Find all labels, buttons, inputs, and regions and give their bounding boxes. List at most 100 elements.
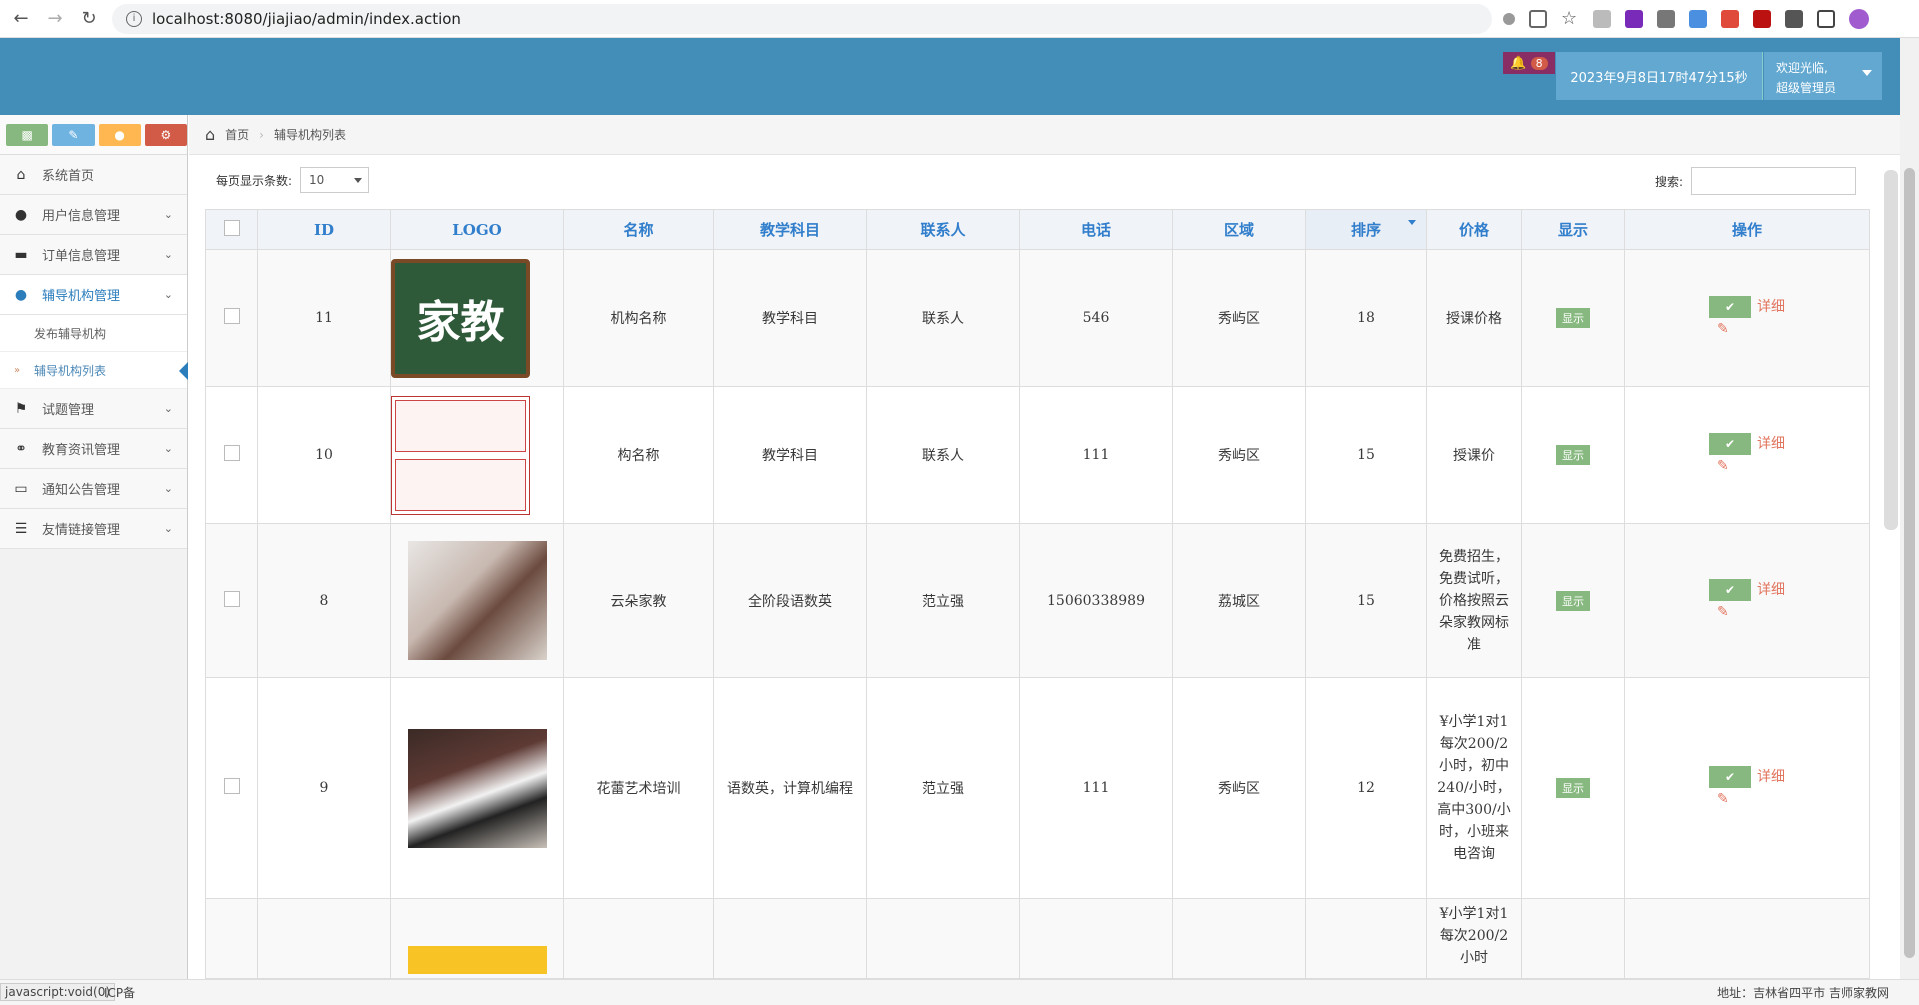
forward-icon[interactable]: → — [42, 6, 68, 32]
cell-id: 8 — [257, 523, 391, 678]
detail-link[interactable]: 详细 — [1757, 436, 1785, 452]
column-header[interactable]: 名称 — [563, 209, 714, 250]
table-row: ¥小学1对1每次200/2小时 — [205, 898, 1870, 979]
row-checkbox[interactable] — [223, 445, 240, 461]
page-scrollbar[interactable] — [1900, 38, 1919, 979]
search-input[interactable] — [1691, 167, 1857, 195]
table-scrollbar[interactable] — [1884, 170, 1898, 530]
cell-subject — [713, 898, 867, 979]
status-url: javascript:void(0) — [0, 983, 116, 1001]
extension-red-icon[interactable] — [1721, 9, 1739, 28]
back-icon[interactable]: ← — [8, 6, 34, 32]
cell-name: 花蕾艺术培训 — [563, 677, 714, 899]
edit-icon[interactable]: ✎ — [1717, 458, 1729, 474]
sidebar-item-label: 试题管理 — [42, 403, 95, 418]
select-all-checkbox[interactable] — [223, 219, 240, 236]
sidebar-item-questions[interactable]: ⚑ 试题管理 ⌄ — [0, 389, 187, 429]
cell-phone: 111 — [1019, 677, 1173, 899]
column-header-sorted[interactable]: 排序 — [1305, 209, 1427, 250]
share-icon[interactable] — [1529, 9, 1547, 28]
sidebar-item-links[interactable]: ☰ 友情链接管理 ⌄ — [0, 509, 187, 549]
column-header[interactable]: 联系人 — [866, 209, 1020, 250]
row-checkbox[interactable] — [223, 590, 240, 607]
search-label: 搜索: — [1655, 174, 1684, 189]
page-size-select[interactable]: 10 — [300, 167, 370, 193]
notification-badge: 8 — [1530, 56, 1548, 70]
show-badge[interactable]: 显示 — [1556, 308, 1590, 328]
column-header[interactable]: 价格 — [1426, 209, 1522, 250]
users-shortcut-button[interactable]: ● — [98, 123, 141, 146]
sidebar: ▩ ✎ ● ⚙ ⌂ 系统首页 ● 用户信息管理 ⌄ ▬ 订单信息管理 ⌄ ● 辅导机构管理 ⌄… — [0, 115, 188, 979]
chevron-down-icon: ⌄ — [163, 288, 173, 301]
show-badge[interactable]: 显示 — [1556, 590, 1590, 611]
footer-address: 地址：吉林省四平市 吉师家教网 — [1717, 986, 1889, 1000]
chevron-down-icon: ⌄ — [163, 248, 173, 261]
detail-link[interactable]: 详细 — [1757, 582, 1785, 598]
extension-shield-icon[interactable] — [1753, 9, 1771, 28]
user-icon: ● — [14, 206, 28, 223]
edit-icon[interactable]: ✎ — [1717, 791, 1729, 807]
check-button[interactable]: ✔ — [1709, 766, 1751, 788]
column-header[interactable]: LOGO — [390, 209, 564, 250]
show-badge[interactable]: 显示 — [1556, 445, 1590, 465]
sidebar-subitem-publish[interactable]: 发布辅导机构 — [0, 315, 187, 352]
scrollbar-thumb[interactable] — [1904, 168, 1915, 958]
show-badge[interactable]: 显示 — [1556, 778, 1590, 798]
extension-purple-icon[interactable] — [1625, 9, 1643, 28]
sidebar-item-orders[interactable]: ▬ 订单信息管理 ⌄ — [0, 235, 187, 275]
app-header: 🔔 8 2023年9月8日17时47分15秒 欢迎光临, 超级管理员 — [0, 38, 1900, 115]
table-header-row: ID LOGO 名称 教学科目 联系人 电话 区域 排序 价格 显示 操作 — [205, 209, 1870, 250]
detail-link[interactable]: 详细 — [1757, 769, 1785, 785]
column-header[interactable]: 显示 — [1521, 209, 1625, 250]
breadcrumb-home-link[interactable]: 首页 — [225, 126, 249, 143]
cell-id: 10 — [257, 386, 391, 524]
star-icon[interactable]: ☆ — [1561, 9, 1579, 28]
extension-grid-icon[interactable] — [1657, 9, 1675, 28]
reload-icon[interactable]: ↻ — [76, 6, 102, 32]
cell-name — [563, 898, 714, 979]
cell-sort: 15 — [1305, 386, 1427, 524]
select-all-header — [205, 209, 258, 250]
caret-down-icon — [1862, 70, 1872, 76]
puzzle-icon[interactable] — [1785, 9, 1803, 28]
edit-icon[interactable]: ✎ — [1717, 604, 1729, 620]
browser-toolbar: ← → ↻ i localhost:8080/jiajiao/admin/ind… — [0, 0, 1919, 38]
profile-avatar[interactable] — [1849, 8, 1869, 29]
column-header[interactable]: 电话 — [1019, 209, 1173, 250]
sidebar-item-home[interactable]: ⌂ 系统首页 — [0, 155, 187, 195]
check-button[interactable]: ✔ — [1709, 433, 1751, 455]
notification-button[interactable]: 🔔 8 — [1503, 52, 1555, 74]
address-bar[interactable]: i localhost:8080/jiajiao/admin/index.act… — [112, 3, 1492, 34]
extension-blue-icon[interactable] — [1689, 9, 1707, 28]
cell-id — [257, 898, 391, 979]
logo-text: 家教 — [416, 297, 505, 348]
breadcrumb: ⌂ 首页 › 辅导机构列表 — [189, 115, 1900, 155]
column-header[interactable]: 操作 — [1624, 209, 1870, 250]
column-header[interactable]: 区域 — [1172, 209, 1306, 250]
bookmark-icon: ⚑ — [14, 400, 28, 417]
row-checkbox[interactable] — [223, 778, 240, 794]
sidebar-item-notices[interactable]: ▭ 通知公告管理 ⌄ — [0, 469, 187, 509]
column-header[interactable]: 教学科目 — [713, 209, 867, 250]
sidebar-item-news[interactable]: ⚭ 教育资讯管理 ⌄ — [0, 429, 187, 469]
sidebar-item-label: 订单信息管理 — [42, 249, 121, 264]
detail-link[interactable]: 详细 — [1757, 299, 1785, 315]
check-button[interactable]: ✔ — [1709, 578, 1751, 601]
extension-icon[interactable] — [1593, 9, 1611, 28]
column-header[interactable]: ID — [257, 209, 391, 250]
row-checkbox[interactable] — [223, 308, 240, 324]
user-menu[interactable]: 欢迎光临, 超级管理员 — [1764, 52, 1882, 100]
sidebar-item-institutions[interactable]: ● 辅导机构管理 ⌄ — [0, 275, 187, 315]
check-button[interactable]: ✔ — [1709, 296, 1751, 318]
sidebar-subitem-list[interactable]: » 辅导机构列表 — [0, 352, 188, 389]
logo-image — [407, 541, 547, 660]
cogs-shortcut-button[interactable]: ⚙ — [144, 123, 187, 146]
edit-icon[interactable]: ✎ — [1717, 321, 1729, 337]
sidebar-subitem-label: 发布辅导机构 — [34, 326, 107, 341]
sidebar-item-users[interactable]: ● 用户信息管理 ⌄ — [0, 195, 187, 235]
pencil-shortcut-button[interactable]: ✎ — [52, 123, 95, 146]
url-text: localhost:8080/jiajiao/admin/index.actio… — [152, 9, 461, 28]
key-icon[interactable] — [1503, 12, 1515, 25]
sidepanel-icon[interactable] — [1817, 9, 1835, 28]
chart-shortcut-button[interactable]: ▩ — [6, 123, 49, 146]
